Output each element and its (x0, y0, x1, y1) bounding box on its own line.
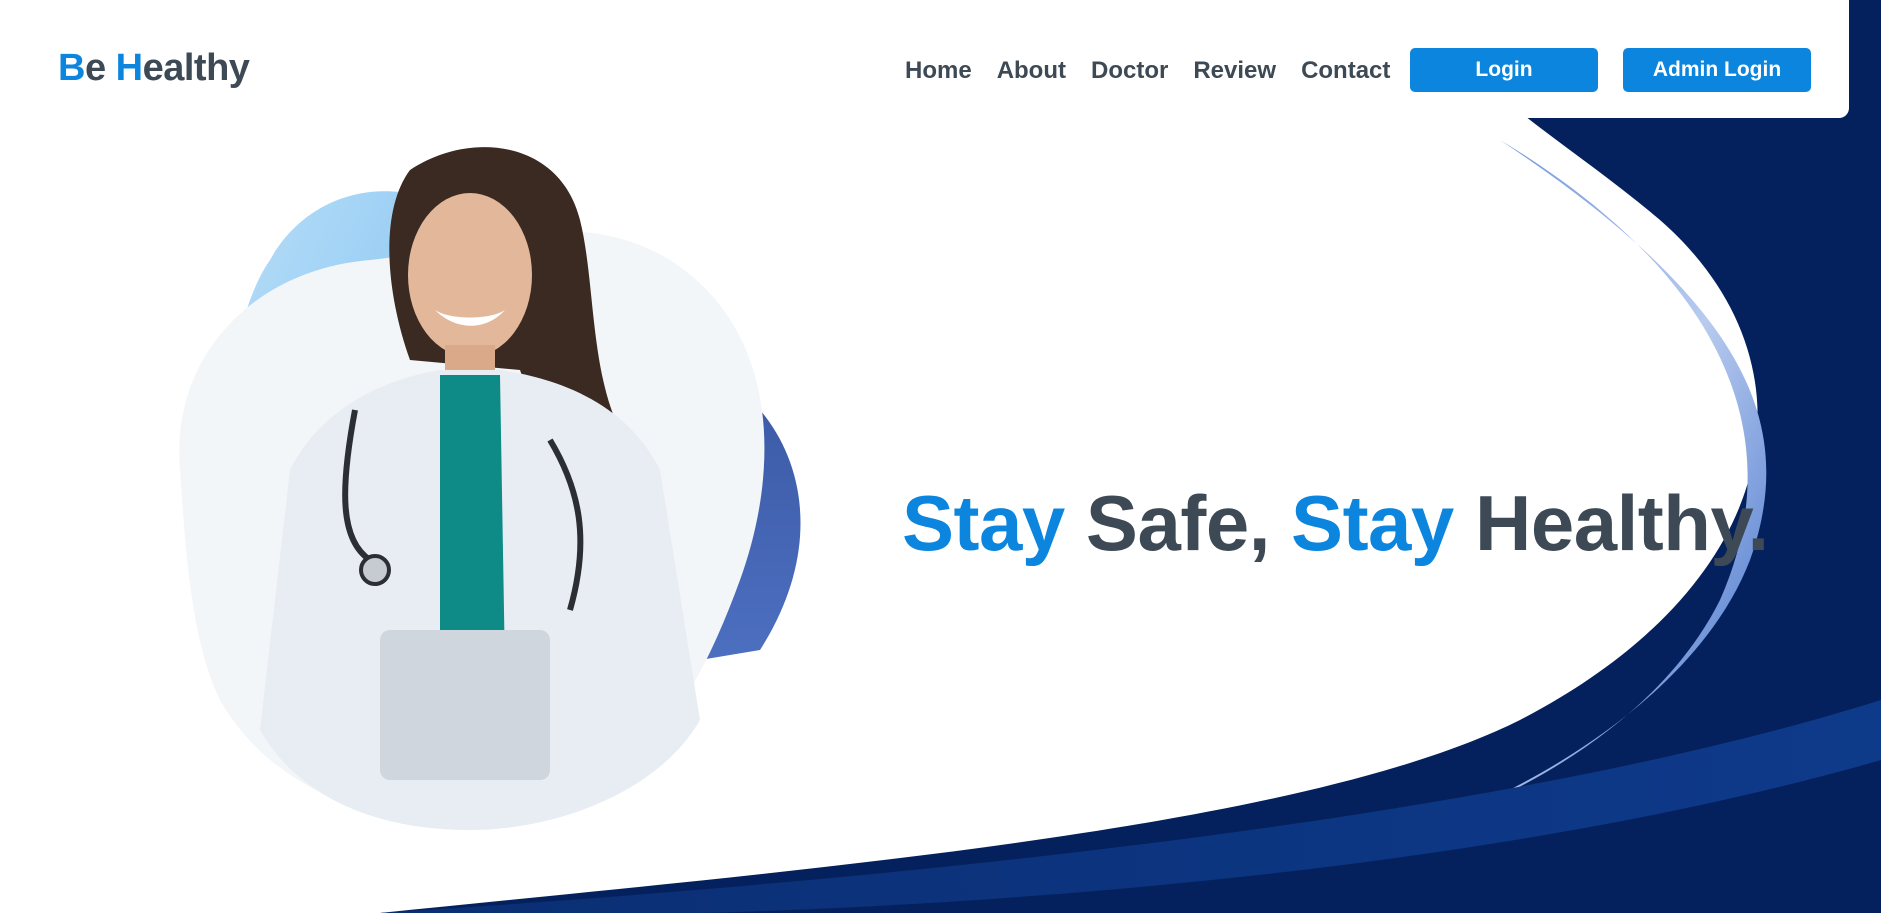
login-button[interactable]: Login (1410, 48, 1598, 92)
doctor-portrait-image (179, 147, 801, 830)
nav-link-home[interactable]: Home (905, 57, 972, 85)
nav-link-about[interactable]: About (997, 57, 1066, 85)
brand-logo[interactable]: Be Healthy (58, 47, 250, 90)
headline-part: Stay (1291, 479, 1454, 568)
nav-link-contact[interactable]: Contact (1301, 57, 1390, 85)
hero-headline: Stay Safe, Stay Healthy. (902, 478, 1769, 569)
admin-login-button[interactable]: Admin Login (1623, 48, 1811, 92)
logo-part: H (115, 47, 143, 89)
headline-part: Healthy. (1453, 479, 1769, 568)
doctor-scrubs (440, 375, 505, 670)
doctor-tablet (380, 630, 550, 780)
headline-part: Stay (902, 479, 1065, 568)
logo-part: B (58, 47, 85, 89)
doctor-face (408, 193, 532, 357)
logo-part: ealthy (142, 47, 250, 89)
nav-link-doctor[interactable]: Doctor (1091, 57, 1168, 85)
main-navigation: Home About Doctor Review Contact (905, 57, 1390, 85)
headline-part: Safe, (1064, 479, 1292, 568)
top-navbar: Be Healthy Home About Doctor Review Contact … (0, 0, 1849, 118)
logo-part: e (84, 47, 116, 89)
nav-link-review[interactable]: Review (1193, 57, 1276, 85)
